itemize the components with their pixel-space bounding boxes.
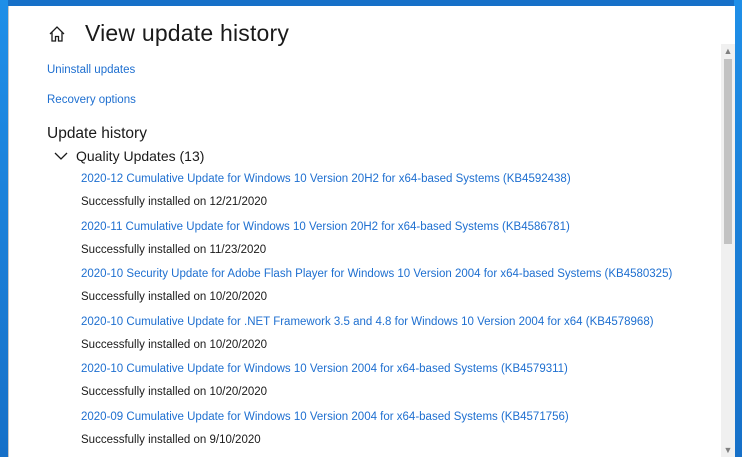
list-item: 2020-10 Security Update for Adobe Flash … xyxy=(81,267,721,315)
update-status: Successfully installed on 9/10/2020 xyxy=(81,433,261,446)
scroll-up-arrow-icon[interactable]: ▲ xyxy=(721,44,735,58)
list-item: 2020-09 Cumulative Update for Windows 10… xyxy=(81,410,721,457)
list-item: 2020-11 Cumulative Update for Windows 10… xyxy=(81,220,721,268)
window-left-edge xyxy=(0,0,8,457)
list-item: 2020-10 Cumulative Update for Windows 10… xyxy=(81,362,721,410)
quality-updates-group-toggle[interactable]: Quality Updates (13) xyxy=(54,148,204,164)
quality-updates-label: Quality Updates (13) xyxy=(76,148,205,164)
update-list: 2020-12 Cumulative Update for Windows 10… xyxy=(81,172,721,457)
scrollbar-thumb[interactable] xyxy=(724,59,732,244)
uninstall-updates-link[interactable]: Uninstall updates xyxy=(47,64,135,76)
chevron-down-icon xyxy=(54,152,68,160)
page-header: View update history xyxy=(47,20,289,47)
list-item: 2020-10 Cumulative Update for .NET Frame… xyxy=(81,315,721,363)
page-title: View update history xyxy=(85,20,290,46)
window-right-edge xyxy=(734,0,742,457)
update-status: Successfully installed on 11/23/2020 xyxy=(81,243,267,256)
update-title-link[interactable]: 2020-10 Security Update for Adobe Flash … xyxy=(81,267,721,281)
update-title-link[interactable]: 2020-09 Cumulative Update for Windows 10… xyxy=(81,410,721,424)
home-icon[interactable] xyxy=(47,24,67,44)
update-history-heading: Update history xyxy=(47,125,147,142)
vertical-scrollbar[interactable]: ▲ ▼ xyxy=(721,44,735,457)
update-status: Successfully installed on 10/20/2020 xyxy=(81,338,268,351)
recovery-options-link[interactable]: Recovery options xyxy=(47,94,136,106)
update-status: Successfully installed on 10/20/2020 xyxy=(81,291,268,303)
update-title-link[interactable]: 2020-10 Cumulative Update for Windows 10… xyxy=(81,362,721,376)
list-item: 2020-12 Cumulative Update for Windows 10… xyxy=(81,172,721,220)
settings-panel: View update history Uninstall updates Re… xyxy=(8,6,735,457)
update-status: Successfully installed on 12/21/2020 xyxy=(81,196,268,208)
update-title-link[interactable]: 2020-11 Cumulative Update for Windows 10… xyxy=(81,220,721,234)
scroll-down-arrow-icon[interactable]: ▼ xyxy=(721,443,735,457)
update-title-link[interactable]: 2020-12 Cumulative Update for Windows 10… xyxy=(81,172,721,186)
update-status: Successfully installed on 10/20/2020 xyxy=(81,386,268,398)
update-title-link[interactable]: 2020-10 Cumulative Update for .NET Frame… xyxy=(81,315,721,329)
